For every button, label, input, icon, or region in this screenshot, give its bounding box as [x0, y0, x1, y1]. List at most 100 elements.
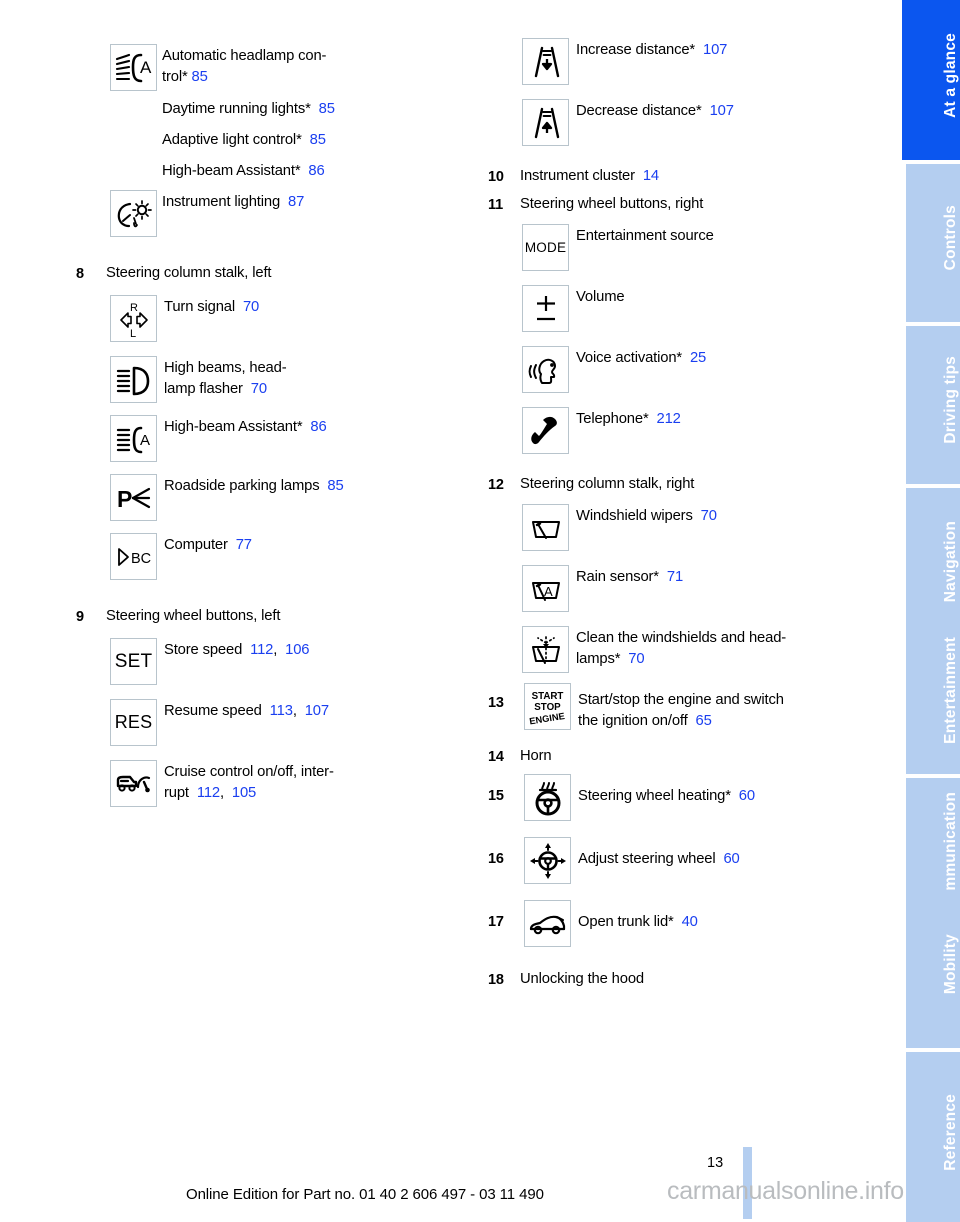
page-link[interactable]: 106 — [285, 642, 309, 658]
svg-text:A: A — [544, 584, 553, 599]
windshield-wipers-icon — [522, 504, 569, 551]
svg-text:L: L — [130, 328, 136, 339]
entry-line1: Decrease distance* — [576, 103, 702, 119]
icon-cell: SET — [106, 638, 162, 685]
open-trunk-lid-icon — [524, 900, 571, 947]
icon-cell: A — [518, 565, 574, 612]
icon-cell: MODE — [518, 224, 574, 271]
page-link[interactable]: 65 — [696, 713, 712, 729]
entry-line1: Voice activation* — [576, 350, 683, 366]
high-beam-assistant-icon: A — [110, 415, 157, 462]
sidebar-item-at-a-glance[interactable]: At a glance — [902, 0, 960, 160]
entry-line2: the ignition on/off — [578, 713, 688, 729]
page-link[interactable]: 87 — [288, 194, 304, 210]
entry-label: High beams, head- lamp flasher 70 — [162, 356, 476, 400]
entry-line1: High-beam Assistant* — [162, 163, 301, 179]
set-label: SET — [114, 650, 153, 672]
icon-cell: A — [106, 44, 162, 91]
sidebar-item-driving-tips[interactable]: Driving tips — [906, 326, 960, 484]
page-link[interactable]: 70 — [701, 508, 717, 524]
page-link[interactable]: 60 — [739, 788, 755, 804]
instrument-lighting-icon — [110, 190, 157, 237]
page-link[interactable]: 112 — [197, 785, 220, 801]
steering-wheel-heating-icon — [524, 774, 571, 821]
page-link[interactable]: 107 — [305, 703, 329, 719]
icon-cell — [520, 774, 576, 821]
increase-distance-icon — [522, 38, 569, 85]
section-heading-18: 18 Unlocking the hood — [488, 969, 878, 991]
icon-cell: RES — [106, 699, 162, 746]
page-link[interactable]: 77 — [236, 537, 252, 553]
sidebar-item-reference[interactable]: Reference — [906, 1052, 960, 1222]
entry-open-trunk-lid: 17 Open trunk lid* 40 — [488, 900, 878, 947]
page-link[interactable]: 85 — [192, 69, 208, 85]
page-link[interactable]: 112 — [250, 642, 273, 658]
entry-line1: High beams, head- — [164, 360, 287, 376]
entry-line1: Increase distance* — [576, 42, 696, 58]
icon-cell — [518, 626, 574, 673]
entry-turn-signal: 0 R L Turn signal 70 — [76, 295, 476, 342]
section-heading-10: 10 Instrument cluster 14 — [488, 166, 878, 188]
entry-line1: Clean the windshields and head- — [576, 630, 787, 646]
computer-bc-icon: BC — [110, 533, 157, 580]
automatic-headlamp-control-icon: A — [110, 44, 157, 91]
page-link[interactable]: 86 — [308, 163, 324, 179]
entry-high-beam-assistant: 0 High-beam Assistant* 86 — [76, 159, 476, 182]
entry-label: Daytime running lights* 85 — [162, 97, 476, 120]
section-number: 12 — [488, 477, 504, 493]
entry-decrease-distance: 00 Decrease distance* 107 — [488, 99, 878, 146]
icon-cell — [518, 38, 574, 85]
section-number: 10 — [488, 169, 504, 185]
page-link[interactable]: 71 — [667, 569, 683, 585]
section-title: Steering wheel buttons, left — [106, 608, 281, 624]
section-title: Instrument cluster 14 — [520, 166, 878, 187]
entry-line2: trol* — [162, 69, 188, 85]
svg-text:P: P — [117, 486, 132, 512]
start-stop-engine-icon: START STOP ENGINE — [524, 683, 571, 730]
sidebar-item-label: Controls — [942, 205, 959, 271]
entry-line1: Automatic headlamp con- — [162, 48, 327, 64]
icon-cell: R L — [106, 295, 162, 342]
entry-label: Steering wheel heating* 60 — [576, 774, 878, 807]
left-column: 0 A A — [76, 38, 476, 807]
page-link[interactable]: 105 — [232, 785, 256, 801]
washer-icon — [522, 626, 569, 673]
icon-cell — [520, 900, 576, 947]
sidebar-item-controls[interactable]: Controls — [906, 164, 960, 322]
page-link[interactable]: 70 — [243, 299, 259, 315]
page-link[interactable]: 212 — [657, 411, 681, 427]
res-button-icon: RES — [110, 699, 157, 746]
page-number: 13 — [707, 1155, 724, 1171]
entry-clean-windshields-headlamps: 00 Cle — [488, 626, 878, 673]
svg-text:A: A — [140, 58, 152, 77]
entry-line1: Adjust steering wheel — [578, 851, 716, 867]
sidebar-item-label: Reference — [942, 1093, 959, 1171]
page-link[interactable]: 60 — [723, 851, 739, 867]
entry-label: Start/stop the engine and switch the ign… — [576, 683, 878, 732]
page-link[interactable]: 70 — [628, 651, 644, 667]
icon-cell — [518, 407, 574, 454]
page-link[interactable]: 14 — [643, 168, 659, 184]
entry-daytime-running-lights: 0 Daytime running lights* 85 — [76, 97, 476, 120]
entry-rain-sensor: 00 A Rain sensor* 71 — [488, 565, 878, 612]
entry-line1: Windshield wipers — [576, 508, 693, 524]
res-label: RES — [114, 712, 153, 732]
entry-windshield-wipers: 00 Windshield wipers 70 — [488, 504, 878, 551]
manual-page: 0 A A — [0, 0, 960, 1222]
sidebar-item-entertainment[interactable]: Entertainment — [906, 616, 960, 774]
page-link[interactable]: 107 — [710, 103, 734, 119]
page-link[interactable]: 25 — [690, 350, 706, 366]
entry-store-speed: 0 SET Store speed 112, 106 — [76, 638, 476, 685]
page-link[interactable]: 113 — [270, 703, 293, 719]
sidebar-item-mobility[interactable]: Mobility — [906, 890, 960, 1048]
sidebar-item-label: Entertainment — [942, 636, 959, 744]
icon-cell — [106, 760, 162, 807]
page-link[interactable]: 40 — [682, 914, 698, 930]
page-link[interactable]: 70 — [251, 381, 267, 397]
page-link[interactable]: 85 — [327, 478, 343, 494]
page-link[interactable]: 85 — [310, 132, 326, 148]
page-link[interactable]: 107 — [703, 42, 727, 58]
page-link[interactable]: 85 — [319, 101, 335, 117]
svg-text:R: R — [130, 302, 138, 314]
page-link[interactable]: 86 — [310, 419, 326, 435]
